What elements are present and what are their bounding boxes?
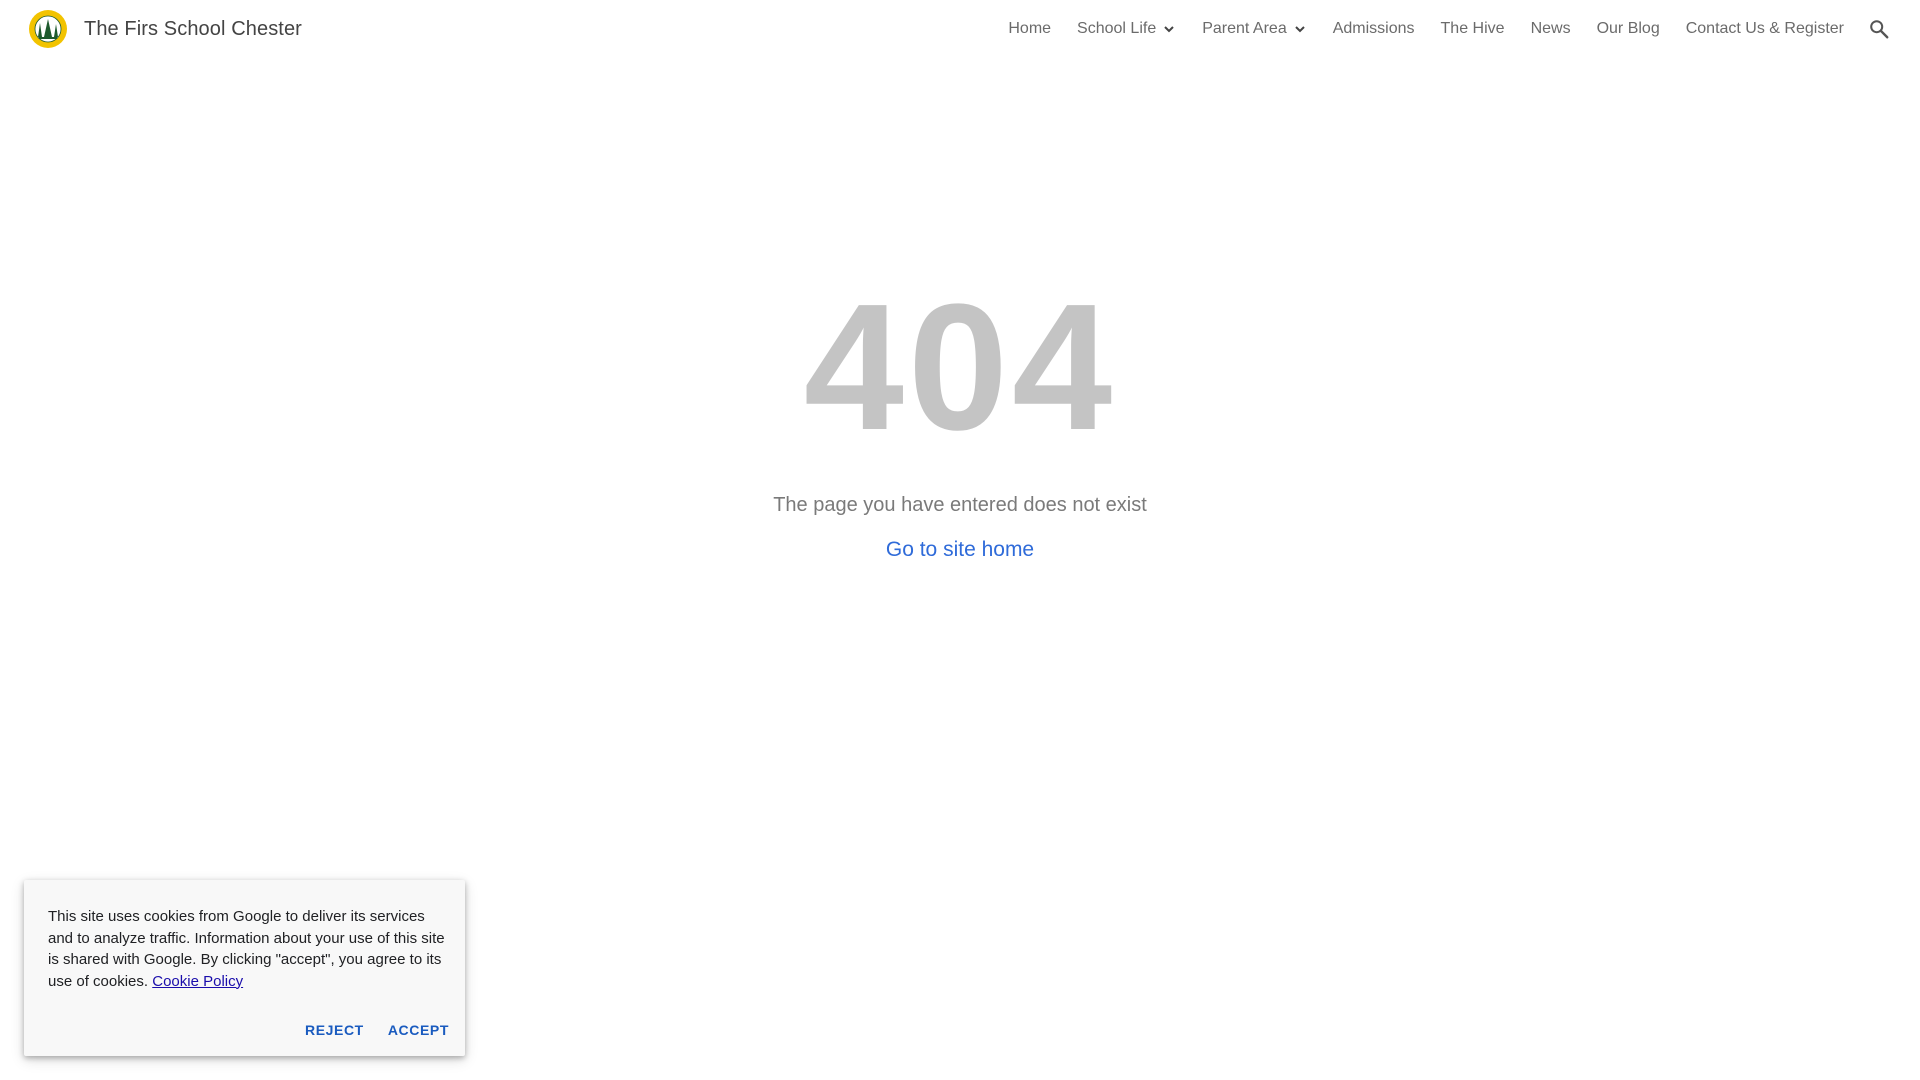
school-crest-icon[interactable] [28,9,68,49]
accept-button[interactable]: ACCEPT [388,1022,449,1038]
nav-parent-area[interactable]: Parent Area [1202,20,1307,38]
site-header: The Firs School Chester Home School Life… [0,0,1920,58]
page: The Firs School Chester Home School Life… [0,0,1920,1080]
nav-school-life[interactable]: School Life [1077,20,1176,38]
chevron-down-icon[interactable] [1293,22,1307,36]
cookie-dialog: This site uses cookies from Google to de… [24,880,465,1056]
nav-admissions[interactable]: Admissions [1333,20,1415,38]
nav-news-label: News [1530,20,1571,37]
nav-the-hive[interactable]: The Hive [1441,20,1505,38]
chevron-down-icon[interactable] [1162,22,1176,36]
nav-the-hive-label: The Hive [1440,20,1505,37]
nav-home-label: Home [1008,20,1052,37]
nav-parent-area-label: Parent Area [1202,20,1287,37]
nav-news[interactable]: News [1531,20,1571,38]
main-nav: Home School Life Parent Area Admissions … [982,0,1890,58]
cookie-message: This site uses cookies from Google to de… [48,908,445,990]
home-link-container: Go to site home [0,538,1920,562]
site-title[interactable]: The Firs School Chester [84,16,302,42]
reject-button[interactable]: REJECT [305,1022,364,1038]
nav-school-life-label: School Life [1077,20,1157,37]
nav-home[interactable]: Home [1008,20,1051,38]
nav-our-blog[interactable]: Our Blog [1597,20,1660,38]
nav-admissions-label: Admissions [1332,20,1415,37]
cookie-policy-link[interactable]: Cookie Policy [152,973,243,990]
cookie-actions: REJECT ACCEPT [281,1022,449,1038]
nav-contact-register[interactable]: Contact Us & Register [1686,20,1844,38]
error-message: The page you have entered does not exist [773,494,1147,516]
error-code: 404 [803,267,1117,468]
nav-our-blog-label: Our Blog [1596,20,1660,37]
search-icon[interactable] [1868,18,1890,40]
go-to-site-home-link[interactable]: Go to site home [886,538,1034,561]
nav-contact-register-label: Contact Us & Register [1685,20,1844,37]
cookie-text: This site uses cookies from Google to de… [48,906,448,992]
